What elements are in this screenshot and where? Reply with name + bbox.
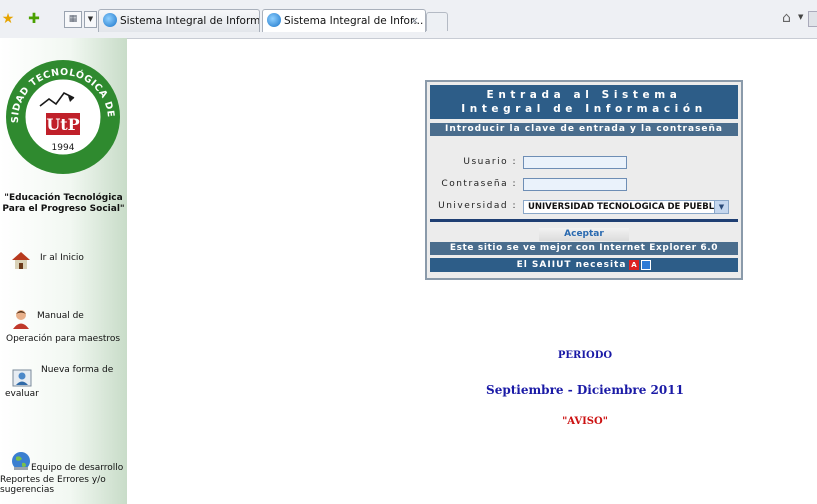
browser-tab-2-label: Sistema Integral de Infor...: [284, 15, 424, 27]
evaluation-icon: [12, 369, 32, 387]
password-label: Contraseña :: [441, 179, 517, 189]
logo-year: 1994: [52, 143, 75, 153]
sidebar-item-dev-team[interactable]: Equipo de desarrollo Reportes de Errores…: [0, 450, 127, 500]
period-dates: Septiembre - Diciembre 2011: [486, 383, 684, 397]
new-tab-button[interactable]: [426, 12, 448, 31]
university-seal-logo: UNIVERSIDAD TECNOLÓGICA DE PUEBLA UtP 19…: [4, 58, 120, 174]
browser-tab-1[interactable]: Sistema Integral de Informac...: [98, 9, 260, 32]
universidad-select[interactable]: UNIVERSIDAD TECNOLOGICA DE PUEBLA ▼: [523, 200, 729, 214]
quick-tabs-icon[interactable]: ▦: [64, 11, 82, 28]
sidebar-item-home-label: Ir al Inicio: [40, 253, 84, 263]
login-panel-header: Entrada al Sistema Integral de Informaci…: [430, 85, 738, 119]
usuario-label: Usuario :: [463, 157, 517, 167]
browser-tab-2[interactable]: Sistema Integral de Infor... ×: [262, 9, 426, 32]
saiiut-requirements: El SAIIUT necesita A: [430, 258, 738, 272]
home-icon[interactable]: ⌂: [782, 10, 791, 26]
login-panel: Entrada al Sistema Integral de Informaci…: [425, 80, 743, 280]
motto-line-1: "Educación Tecnológica: [4, 193, 123, 203]
sidebar-item-new-evaluation-line1: Nueva forma de: [41, 365, 114, 375]
logo-brand: UtP: [46, 115, 79, 134]
sidebar-item-teacher-manual-line1: Manual de: [37, 311, 84, 321]
teacher-icon: [13, 310, 29, 329]
sidebar-item-teacher-manual-line2: Operación para maestros: [6, 334, 121, 344]
sidebar-item-dev-team-line1: Equipo de desarrollo: [31, 463, 124, 473]
chevron-down-icon[interactable]: ▼: [714, 201, 728, 213]
sidebar-item-dev-team-line3: sugerencias: [0, 485, 55, 495]
home-dropdown-icon[interactable]: ▼: [798, 13, 803, 21]
sidebar-item-new-evaluation[interactable]: Nueva forma de evaluar: [5, 362, 127, 399]
browser-tab-1-label: Sistema Integral de Informac...: [120, 15, 260, 27]
sidebar-item-home[interactable]: Ir al Inicio: [10, 247, 125, 273]
close-tab-icon[interactable]: ×: [410, 10, 419, 32]
login-instructions: Introducir la clave de entrada y la cont…: [430, 123, 738, 136]
tab-list-dropdown-icon[interactable]: ▼: [84, 11, 97, 28]
university-motto: "Educación Tecnológica Para el Progreso …: [0, 193, 127, 215]
acrobat-reader-icon[interactable]: A: [629, 259, 640, 270]
login-title-line-1: Entrada al Sistema: [486, 89, 682, 101]
panel-divider: [430, 219, 738, 222]
requirements-text: El SAIIUT necesita: [516, 260, 627, 270]
universidad-label: Universidad :: [438, 201, 517, 211]
sidebar-item-teacher-manual[interactable]: Manual de Operación para maestros: [6, 308, 127, 344]
aceptar-button[interactable]: Aceptar: [539, 228, 629, 241]
sidebar: UNIVERSIDAD TECNOLÓGICA DE PUEBLA UtP 19…: [0, 38, 127, 504]
motto-line-2: Para el Progreso Social": [2, 204, 125, 214]
universidad-selected-value: UNIVERSIDAD TECNOLOGICA DE PUEBLA: [528, 202, 721, 212]
browser-recommendation: Este sitio se ve mejor con Internet Expl…: [430, 242, 738, 255]
house-icon: [12, 252, 30, 269]
internet-explorer-icon[interactable]: [641, 259, 652, 270]
add-favorites-icon[interactable]: ✚: [26, 11, 42, 27]
ie-icon: [267, 13, 281, 27]
ie-icon: [103, 13, 117, 27]
password-input[interactable]: [523, 178, 627, 191]
globe-icon: [12, 452, 30, 470]
usuario-input[interactable]: [523, 156, 627, 169]
periodo-heading: PERIODO: [557, 350, 613, 361]
feeds-icon[interactable]: [808, 11, 817, 27]
aviso-link[interactable]: "AVISO": [555, 416, 615, 427]
login-title-line-2: Integral de Información: [461, 103, 707, 115]
browser-tab-bar: ★ ✚ ▦ ▼ Sistema Integral de Informac... …: [0, 0, 817, 39]
sidebar-item-new-evaluation-line2: evaluar: [5, 389, 39, 399]
favorites-star-icon[interactable]: ★: [0, 11, 16, 27]
